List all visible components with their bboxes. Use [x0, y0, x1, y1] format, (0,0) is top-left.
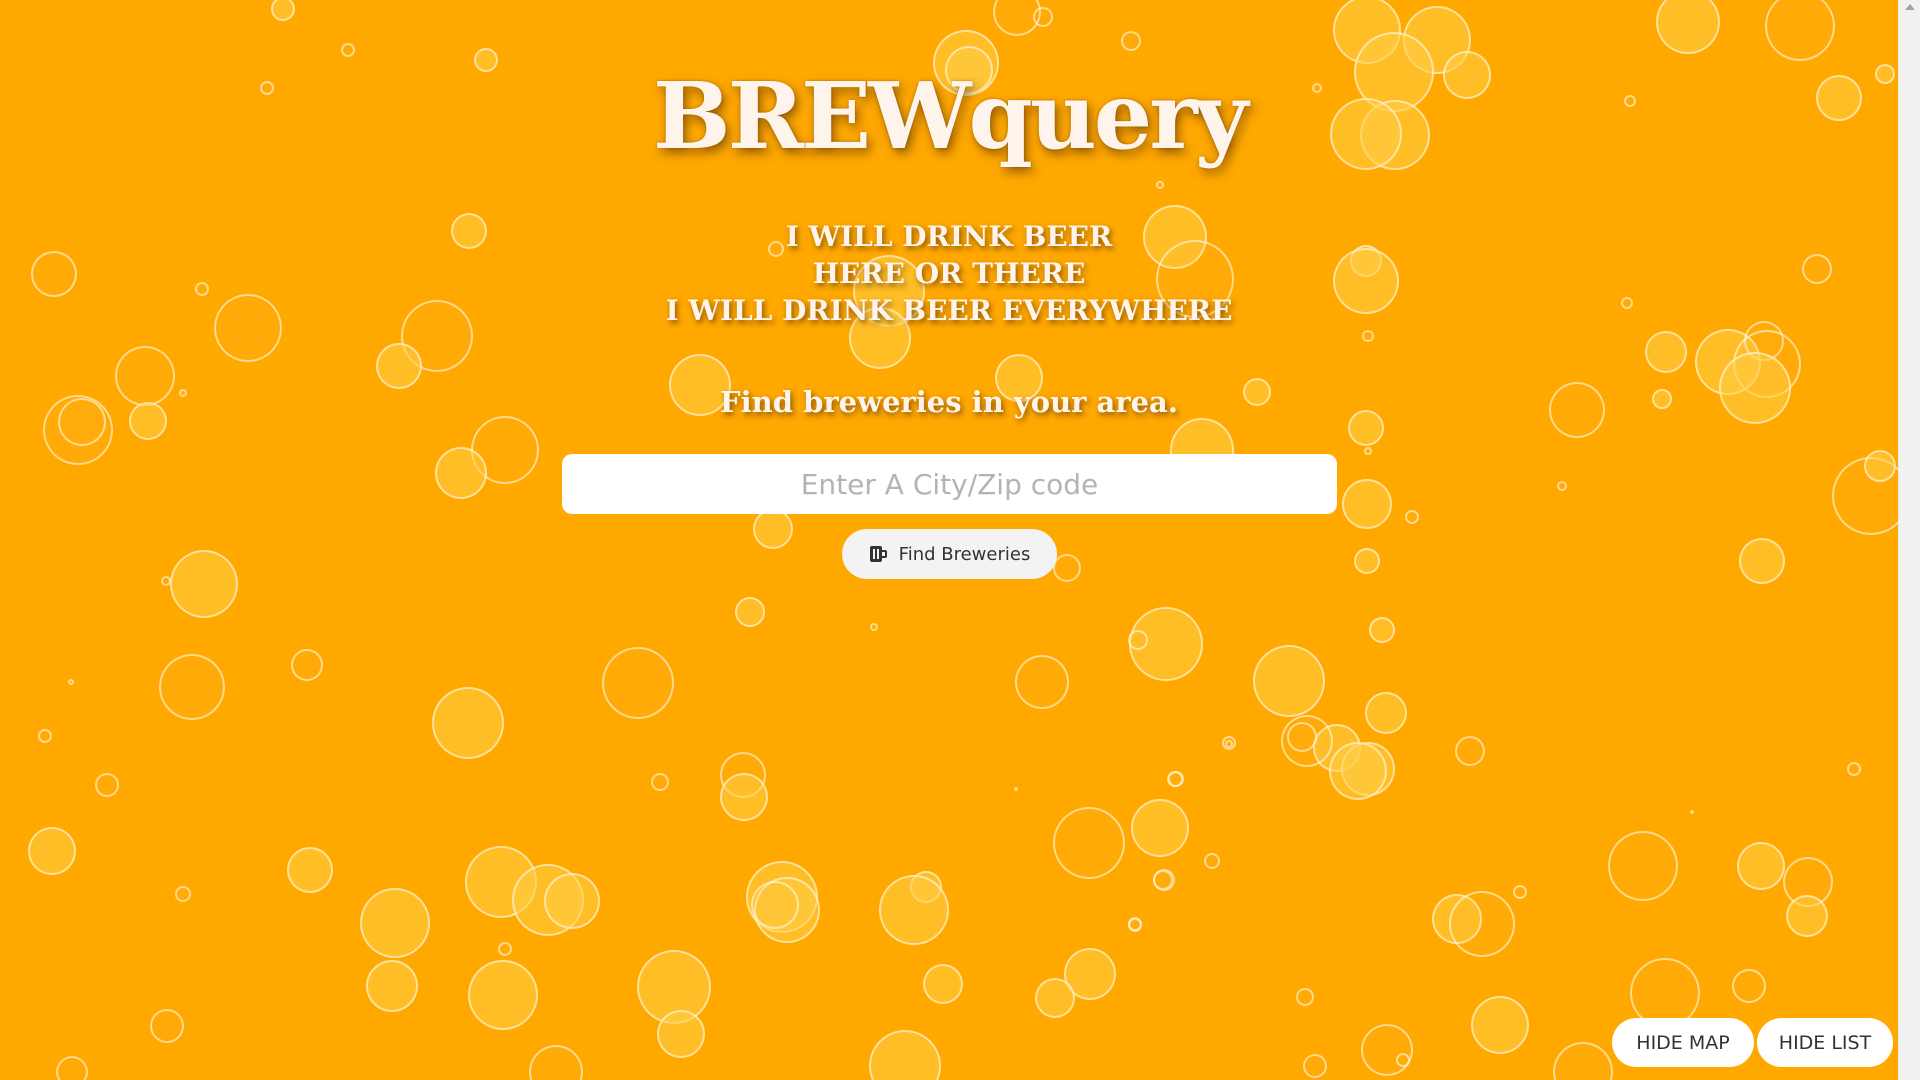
bubble-decoration — [544, 873, 600, 929]
bubble-decoration — [161, 576, 171, 586]
bubble-decoration — [1287, 722, 1317, 752]
bubble-decoration — [1033, 7, 1053, 27]
beer-mug-icon — [869, 546, 887, 562]
search-prompt: Find breweries in your area. — [720, 385, 1178, 419]
bubble-decoration — [1513, 885, 1527, 899]
bubble-decoration — [1557, 481, 1567, 491]
bubble-decoration — [1449, 891, 1515, 957]
bubble-decoration — [1153, 870, 1173, 890]
bubble-decoration — [1864, 450, 1896, 482]
bubble-decoration — [1225, 740, 1233, 748]
bubble-decoration — [651, 773, 669, 791]
bubble-decoration — [1732, 969, 1766, 1003]
bubble-decoration — [1645, 331, 1687, 373]
bubble-decoration — [879, 875, 949, 945]
bubble-decoration — [1690, 810, 1694, 814]
bubble-decoration — [1342, 479, 1392, 529]
bubble-decoration — [869, 1030, 941, 1080]
bubble-decoration — [1131, 799, 1189, 857]
bubble-decoration — [498, 942, 512, 956]
city-zip-search-input[interactable] — [562, 454, 1337, 514]
bubble-decoration — [287, 847, 333, 893]
bubble-decoration — [1364, 447, 1372, 455]
bubble-decoration — [1737, 842, 1785, 890]
bubble-decoration — [1369, 617, 1395, 643]
bubble-decoration — [1361, 1024, 1413, 1076]
bubble-decoration — [95, 773, 119, 797]
bubble-decoration — [720, 773, 768, 821]
tagline-line-1: I WILL DRINK BEER — [785, 220, 1113, 253]
bubble-decoration — [150, 1009, 184, 1043]
bubble-decoration — [341, 43, 355, 57]
bubble-decoration — [1847, 762, 1861, 776]
bubble-decoration — [923, 964, 963, 1004]
bubble-decoration — [1455, 736, 1485, 766]
bubble-decoration — [38, 729, 52, 743]
bubble-decoration — [753, 509, 793, 549]
scroll-up-arrow-icon[interactable] — [1905, 4, 1915, 10]
hide-list-button[interactable]: HIDE LIST — [1757, 1018, 1893, 1067]
find-breweries-button[interactable]: Find Breweries — [842, 529, 1057, 579]
bubble-decoration — [1365, 692, 1407, 734]
find-breweries-label: Find Breweries — [898, 543, 1031, 565]
bubble-decoration — [1167, 771, 1183, 787]
tagline-line-3: I WILL DRINK BEER EVERYWHERE — [665, 294, 1233, 327]
bubble-decoration — [1015, 655, 1069, 709]
bubble-decoration — [735, 597, 765, 627]
bubble-decoration — [366, 960, 418, 1012]
bubble-decoration — [1296, 988, 1314, 1006]
bubble-decoration — [291, 649, 323, 681]
bubble-decoration — [1128, 630, 1148, 650]
bubble-decoration — [751, 881, 799, 929]
bubble-decoration — [1303, 1054, 1327, 1078]
bubble-decoration — [271, 0, 295, 21]
hide-map-button[interactable]: HIDE MAP — [1612, 1018, 1754, 1067]
bubble-decoration — [1739, 538, 1785, 584]
bubble-decoration — [1786, 895, 1828, 937]
bubble-decoration — [376, 343, 422, 389]
bubble-decoration — [870, 623, 878, 631]
bubble-decoration — [360, 888, 430, 958]
page-title: BREWquery — [652, 62, 1248, 170]
bubble-decoration — [1405, 510, 1419, 524]
bubble-decoration — [1362, 330, 1374, 342]
bubble-decoration — [432, 687, 504, 759]
bubble-decoration — [1253, 645, 1325, 717]
bubble-decoration — [56, 1056, 88, 1080]
bubble-decoration — [1354, 548, 1380, 574]
bubble-decoration — [1396, 1053, 1410, 1067]
tagline-line-2: HERE OR THERE — [812, 257, 1086, 290]
page-background: BREWquery I WILL DRINK BEER HERE OR THER… — [0, 0, 1898, 1080]
bubble-decoration — [1128, 918, 1142, 932]
bubble-decoration — [529, 1045, 583, 1080]
bubble-decoration — [1329, 742, 1387, 800]
bubble-decoration — [1014, 787, 1018, 791]
bubble-decoration — [1156, 181, 1164, 189]
bubble-decoration — [175, 886, 191, 902]
bubble-decoration — [435, 447, 487, 499]
bubble-decoration — [657, 1010, 705, 1058]
bubble-decoration — [159, 654, 225, 720]
bubble-decoration — [468, 960, 538, 1030]
bubble-decoration — [1121, 31, 1141, 51]
bubble-decoration — [1608, 831, 1678, 901]
bubble-decoration — [1204, 853, 1220, 869]
bubble-decoration — [1765, 0, 1835, 61]
bubble-decoration — [1471, 996, 1529, 1054]
bubble-decoration — [602, 647, 674, 719]
bubble-decoration — [28, 827, 76, 875]
vertical-scrollbar[interactable] — [1898, 0, 1920, 1080]
bubble-decoration — [1035, 978, 1075, 1018]
tagline: I WILL DRINK BEER HERE OR THERE I WILL D… — [0, 218, 1898, 329]
bubble-decoration — [1053, 554, 1081, 582]
bubble-decoration — [1053, 807, 1125, 879]
bubble-decoration — [68, 679, 74, 685]
bubble-decoration — [1656, 0, 1720, 54]
bubble-decoration — [1553, 1042, 1613, 1080]
bubble-decoration — [170, 550, 238, 618]
